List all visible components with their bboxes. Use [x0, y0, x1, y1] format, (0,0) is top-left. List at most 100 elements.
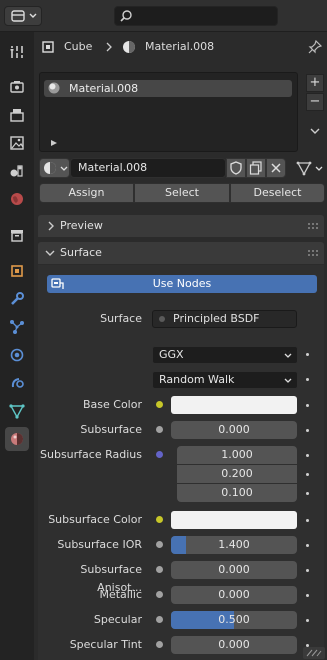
slot-specials-button[interactable]	[306, 122, 324, 140]
subsurface-color-swatch[interactable]	[171, 511, 297, 529]
collection-icon	[11, 230, 23, 242]
duplicate-icon	[249, 161, 262, 175]
deselect-button[interactable]: Deselect	[230, 183, 325, 203]
tab-physics[interactable]	[5, 343, 29, 367]
close-icon	[271, 163, 281, 173]
link-type-dropdown[interactable]	[296, 158, 326, 178]
tab-scene[interactable]	[5, 159, 29, 183]
keyframe-dot[interactable]	[306, 619, 309, 622]
tab-data[interactable]	[5, 399, 29, 423]
tool-icon	[10, 46, 23, 58]
shield-icon	[230, 161, 242, 175]
tab-material[interactable]	[5, 427, 29, 451]
subsurface-radius-z-field[interactable]: 0.100	[177, 484, 297, 502]
float-socket-icon[interactable]	[156, 426, 163, 433]
tab-world[interactable]	[5, 187, 29, 211]
pin-icon[interactable]	[308, 40, 322, 54]
keyframe-dot[interactable]	[306, 454, 309, 457]
drag-handle-icon[interactable]	[308, 249, 320, 257]
physics-icon	[10, 348, 24, 362]
color-socket-icon[interactable]	[156, 401, 163, 408]
tab-constraints[interactable]	[5, 371, 29, 395]
remove-slot-button[interactable]: −	[306, 93, 324, 111]
assign-button[interactable]: Assign	[39, 183, 134, 203]
specular-value: 0.500	[218, 613, 250, 626]
use-nodes-button[interactable]: Use Nodes	[47, 275, 317, 293]
float-socket-icon[interactable]	[156, 616, 163, 623]
tab-modifiers[interactable]	[5, 287, 29, 311]
subsurface-radius-x-field[interactable]: 1.000	[177, 446, 297, 464]
shader-socket-icon	[159, 316, 165, 322]
material-icon	[123, 41, 135, 53]
surface-shader-button[interactable]: Principled BSDF	[152, 310, 297, 328]
slider-fill	[171, 536, 187, 554]
specular-tint-value: 0.000	[218, 638, 250, 651]
metallic-value: 0.000	[218, 588, 250, 601]
editor-type-button[interactable]	[4, 6, 42, 26]
subsurface-anisotropy-value: 0.000	[218, 563, 250, 576]
subsurface-radius-y-value: 0.200	[221, 467, 253, 480]
tab-view-layer[interactable]	[5, 131, 29, 155]
keyframe-dot[interactable]	[306, 473, 309, 476]
material-slot-label: Material.008	[69, 82, 139, 95]
subsurface-anisotropy-slider[interactable]: 0.000	[171, 561, 297, 579]
float-socket-icon[interactable]	[156, 591, 163, 598]
keyframe-dot[interactable]	[306, 429, 309, 432]
keyframe-dot[interactable]	[306, 492, 309, 495]
search-input[interactable]	[114, 6, 278, 26]
keyframe-dot[interactable]	[306, 378, 309, 381]
tab-render[interactable]	[5, 75, 29, 99]
browse-material-button[interactable]	[39, 158, 70, 178]
keyframe-dot[interactable]	[306, 519, 309, 522]
material-icon	[44, 162, 56, 174]
metallic-slider[interactable]: 0.000	[171, 586, 297, 604]
breadcrumb-material: Material.008	[145, 40, 215, 53]
expand-triangle-icon[interactable]	[50, 139, 58, 147]
drag-handle-icon[interactable]	[308, 222, 320, 230]
preview-panel-header[interactable]: Preview	[38, 215, 324, 237]
tab-object[interactable]	[5, 259, 29, 283]
metallic-label: Metallic	[99, 588, 142, 601]
tab-tool[interactable]	[5, 40, 29, 64]
duplicate-material-button[interactable]	[246, 158, 266, 178]
float-socket-icon[interactable]	[156, 641, 163, 648]
chevron-down-icon	[284, 353, 292, 358]
material-slot-item[interactable]: Material.008	[44, 80, 292, 97]
float-socket-icon[interactable]	[156, 566, 163, 573]
subsurface-method-dropdown[interactable]: Random Walk	[152, 371, 298, 389]
keyframe-dot[interactable]	[306, 353, 309, 356]
node-tree-icon	[51, 278, 64, 289]
specular-slider[interactable]: 0.500	[171, 611, 297, 629]
base-color-swatch[interactable]	[171, 396, 297, 414]
tab-particles[interactable]	[5, 315, 29, 339]
subsurface-method-value: Random Walk	[159, 373, 235, 386]
subsurface-ior-slider[interactable]: 1.400	[171, 536, 297, 554]
keyframe-dot[interactable]	[306, 569, 309, 572]
unlink-material-button[interactable]	[266, 158, 286, 178]
vector-socket-icon[interactable]	[156, 451, 163, 458]
float-socket-icon[interactable]	[156, 541, 163, 548]
resize-corner-icon[interactable]	[303, 647, 325, 659]
keyframe-dot[interactable]	[306, 594, 309, 597]
color-socket-icon[interactable]	[156, 516, 163, 523]
particles-icon	[10, 320, 24, 334]
tab-output[interactable]	[5, 103, 29, 127]
tab-collection[interactable]	[5, 223, 29, 247]
material-icon	[11, 433, 23, 445]
subsurface-radius-label: Subsurface Radius	[40, 448, 142, 461]
keyframe-dot[interactable]	[306, 404, 309, 407]
specular-tint-label: Specular Tint	[69, 638, 142, 651]
keyframe-dot[interactable]	[306, 544, 309, 547]
subsurface-radius-y-field[interactable]: 0.200	[177, 465, 297, 483]
fake-user-button[interactable]	[226, 158, 246, 178]
subsurface-ior-label: Subsurface IOR	[57, 538, 142, 551]
subsurface-slider[interactable]: 0.000	[171, 421, 297, 439]
material-name-field[interactable]: Material.008	[70, 158, 226, 178]
distribution-dropdown[interactable]: GGX	[152, 346, 298, 364]
add-slot-button[interactable]: +	[306, 74, 324, 92]
specular-tint-slider[interactable]: 0.000	[171, 636, 297, 654]
chevron-down-icon	[45, 250, 55, 256]
surface-panel-header[interactable]: Surface	[38, 242, 324, 264]
scene-icon	[10, 165, 23, 177]
select-button[interactable]: Select	[134, 183, 230, 203]
